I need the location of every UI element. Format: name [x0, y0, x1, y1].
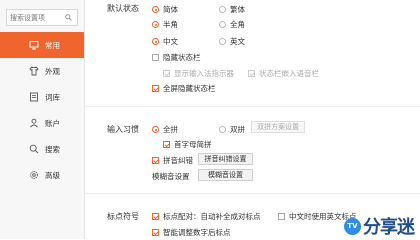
checkbox-status-bar-embed[interactable]: 状态栏嵌入语音栏: [248, 68, 319, 79]
sidebar-item-account[interactable]: 账户: [0, 110, 84, 136]
checkbox-checked[interactable]: [152, 157, 159, 164]
checkbox-unchecked[interactable]: [152, 54, 159, 61]
section-title-punctuation: 标点符号: [107, 212, 139, 221]
sidebar-item-label: 高级: [45, 170, 60, 180]
radio-selected[interactable]: [152, 38, 159, 45]
radio-unselected[interactable]: [219, 21, 226, 28]
sidebar-item-appearance[interactable]: 外观: [0, 58, 84, 84]
section-title-input-habit: 输入习惯: [107, 125, 139, 134]
checkbox-checked-disabled[interactable]: [248, 70, 255, 77]
pinyin-correction-settings-button[interactable]: 拼音纠错设置: [198, 153, 253, 165]
checkbox-unchecked[interactable]: [278, 213, 285, 220]
radio-selected[interactable]: [152, 126, 159, 133]
book-icon: [29, 92, 39, 102]
checkbox-checked-disabled[interactable]: [163, 70, 170, 77]
checkbox-smart-adjust[interactable]: 智能调整数字后标点: [152, 227, 231, 238]
radio-double-pinyin[interactable]: 双拼: [219, 124, 245, 135]
sidebar-item-label: 词库: [45, 92, 60, 102]
fuzzy-settings-button[interactable]: 模糊音设置: [198, 169, 253, 181]
settings-content: 默认状态 简体 繁体 半角 全角 中文 英文 隐藏状态栏 显示输入法指示器 状态…: [85, 0, 420, 239]
sidebar-item-label: 外观: [45, 66, 60, 76]
monitor-icon: [29, 40, 39, 50]
shirt-icon: [29, 66, 39, 76]
section-divider: [85, 193, 420, 194]
fuzzy-settings-label: 模糊音设置: [152, 172, 190, 181]
checkbox-show-ime-indicator[interactable]: 显示输入法指示器: [163, 68, 234, 79]
radio-unselected[interactable]: [219, 6, 226, 13]
checkbox-pinyin-correction[interactable]: 拼音纠错: [152, 155, 193, 166]
radio-english[interactable]: 英文: [219, 36, 245, 47]
search-icon: [29, 144, 39, 154]
checkbox-checked[interactable]: [152, 85, 159, 92]
checkbox-fullscreen-hide[interactable]: 全屏隐藏状态栏: [152, 83, 216, 94]
section-title-default-state: 默认状态: [107, 4, 139, 13]
watermark-text: 分享迷: [363, 217, 415, 238]
radio-selected[interactable]: [152, 21, 159, 28]
radio-unselected[interactable]: [219, 38, 226, 45]
watermark-logo: TV 分享迷: [344, 213, 415, 239]
sidebar-item-label: 常用: [45, 40, 60, 50]
gear-icon: [29, 170, 39, 180]
section-divider: [85, 106, 420, 107]
radio-chinese[interactable]: 中文: [152, 36, 178, 47]
sidebar-item-label: 搜索: [45, 144, 60, 154]
checkbox-checked[interactable]: [163, 141, 170, 148]
sidebar-item-common[interactable]: 常用: [0, 32, 84, 58]
radio-unselected[interactable]: [219, 126, 226, 133]
user-icon: [29, 118, 39, 128]
sidebar-item-advanced[interactable]: 高级: [0, 162, 84, 188]
sidebar-item-lexicon[interactable]: 词库: [0, 84, 84, 110]
checkbox-checked[interactable]: [152, 229, 159, 236]
radio-fullwidth[interactable]: 全角: [219, 19, 245, 30]
checkbox-checked[interactable]: [152, 213, 159, 220]
checkbox-hide-status-bar[interactable]: 隐藏状态栏: [152, 52, 201, 63]
sidebar-item-label: 账户: [45, 118, 60, 128]
radio-full-pinyin[interactable]: 全拼: [152, 124, 178, 135]
search-icon[interactable]: [65, 14, 72, 21]
search-input[interactable]: [10, 12, 62, 23]
sidebar: 常用 外观 词库 账户 搜索 高级: [0, 0, 85, 239]
tv-logo-icon: TV: [344, 217, 361, 235]
radio-traditional[interactable]: 繁体: [219, 4, 245, 15]
radio-halfwidth[interactable]: 半角: [152, 19, 178, 30]
search-box[interactable]: [6, 9, 78, 26]
checkbox-initial-letter[interactable]: 首字母简拼: [163, 139, 212, 150]
radio-selected[interactable]: [152, 6, 159, 13]
double-pinyin-settings-button[interactable]: 双拼方案设置: [251, 121, 305, 133]
radio-simplified[interactable]: 简体: [152, 4, 178, 15]
sidebar-item-search[interactable]: 搜索: [0, 136, 84, 162]
checkbox-auto-pairing[interactable]: 标点配对：自动补全成对标点: [152, 211, 261, 222]
